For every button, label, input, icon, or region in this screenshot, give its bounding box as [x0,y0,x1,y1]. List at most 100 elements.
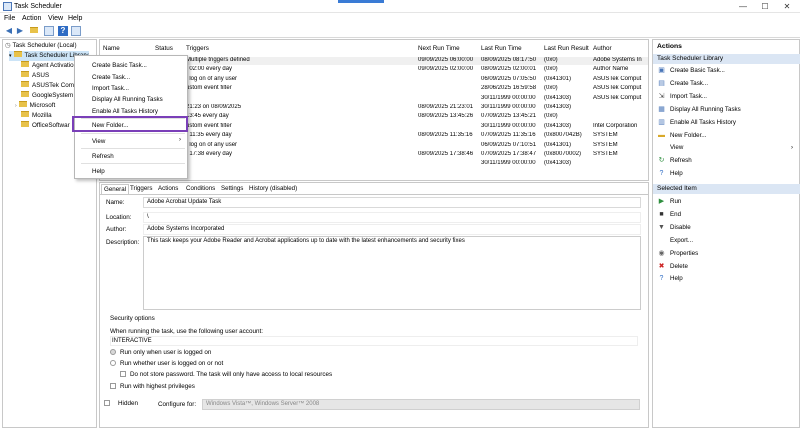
properties-icon[interactable] [44,26,54,36]
back-icon[interactable]: ◀ [4,26,14,36]
close-button[interactable]: ✕ [776,1,798,12]
col-header-last-result[interactable]: Last Run Result [544,45,589,52]
menu-item-import-task[interactable]: Import Task... [92,85,129,92]
tree-item-folder[interactable]: ASUSTek Comp [21,81,78,91]
menu-item-view[interactable]: View [92,138,105,145]
menu-item-enable-history[interactable]: Enable All Tasks History [92,108,158,115]
menu-action[interactable]: Action [22,15,41,22]
minimize-button[interactable]: — [732,1,754,12]
actions-section-selected[interactable]: Selected Item [653,184,800,194]
chevron-right-icon: › [15,103,17,109]
description-field[interactable]: This task keeps your Adobe Reader and Ac… [143,236,641,310]
radio-label: Run whether user is logged on or not [120,360,224,367]
name-field[interactable]: Adobe Acrobat Update Task [143,197,641,208]
task-scheduler-app-icon [3,2,12,11]
cell-next-run: 08/09/2025 11:35:16 [418,132,473,139]
action-item[interactable]: ◉ Properties [657,249,698,259]
action-item[interactable]: ? Help [657,169,683,179]
tree-item-folder[interactable]: › Microsoft [15,101,55,111]
col-header-author[interactable]: Author [593,45,612,52]
menu-item-create-task[interactable]: Create Task... [92,74,130,81]
menu-item-help[interactable]: Help [92,168,105,175]
checkbox-no-store-password[interactable]: Do not store password. The task will onl… [120,371,332,378]
chevron-right-icon: › [179,137,181,143]
tree-item-folder[interactable]: GoogleSystem [21,91,73,101]
radio-whether-logged-on[interactable]: Run whether user is logged on or not [110,360,223,367]
action-item[interactable]: ▬ New Folder... [657,131,706,141]
forward-icon[interactable]: ▶ [15,26,25,36]
checkbox-highest-privileges[interactable]: Run with highest privileges [110,383,195,390]
show-pane-icon[interactable] [71,26,81,36]
action-item[interactable]: ? Help [657,274,683,284]
tab-actions[interactable]: Actions [156,184,180,194]
tree-item-folder[interactable]: ASUS [21,71,49,81]
menu-item-create-basic-task[interactable]: Create Basic Task... [92,62,147,69]
action-item[interactable]: ✖ Delete [657,262,688,272]
location-field[interactable]: \ [143,212,641,223]
action-item[interactable]: ▶ Run [657,197,682,207]
checkbox-hidden[interactable]: Hidden [104,400,138,407]
menu-help[interactable]: Help [68,15,82,22]
disable-icon: ▼ [658,223,665,231]
detail-tabs: General Triggers Actions Conditions Sett… [100,184,648,194]
tree-item-folder[interactable]: Mozilla [21,111,52,121]
tree-root[interactable]: ◷ Task Scheduler (Local) [5,41,77,51]
action-item[interactable]: ▦ Display All Running Tasks [657,105,741,115]
help-icon: ? [659,275,664,283]
col-header-next-run[interactable]: Next Run Time [418,45,460,52]
cell-last-run: 08/09/2025 08:17:50 [481,57,537,63]
tab-settings[interactable]: Settings [219,184,245,194]
menu-item-display-running[interactable]: Display All Running Tasks [92,96,163,103]
action-item[interactable]: ▥ Enable All Tasks History [657,118,736,128]
cell-author: SYSTEM [593,151,618,157]
action-label: Create Task... [670,79,709,87]
col-header-triggers[interactable]: Triggers [186,45,209,52]
menu-file[interactable]: File [4,15,15,22]
folder-icon [18,101,27,108]
tree-item-folder[interactable]: Agent Activatio [21,61,74,71]
tab-triggers[interactable]: Triggers [128,184,154,194]
delete-icon: ✖ [658,262,665,270]
action-item[interactable]: › View [657,143,793,153]
help-icon[interactable]: ? [58,26,68,36]
properties-icon: ◉ [658,249,665,257]
action-item[interactable]: ▤ Create Task... [657,79,708,89]
running-tasks-icon: ▦ [658,105,665,113]
cell-last-result: (0x41303) [544,122,572,129]
configure-for-select[interactable]: Windows Vista™, Windows Server™ 2008 [202,399,640,410]
checkbox [120,371,126,378]
action-item[interactable]: ▣ Create Basic Task... [657,66,725,76]
cell-trigger: t 17:38 every day [186,151,233,157]
radio-logged-on[interactable]: Run only when user is logged on [110,349,211,356]
col-header-name[interactable]: Name [103,45,120,52]
action-item[interactable]: ■ End [657,210,681,220]
action-label: Delete [670,262,688,270]
col-header-last-run[interactable]: Last Run Time [481,45,522,52]
tree-item-folder[interactable]: OfficeSoftwar [21,121,70,131]
menu-item-refresh[interactable]: Refresh [92,153,114,160]
col-header-status[interactable]: Status [155,45,173,52]
folder-label: Mozilla [32,112,52,119]
tab-conditions[interactable]: Conditions [184,184,217,194]
menu-separator [81,163,185,164]
folder-icon[interactable] [30,26,40,36]
action-item[interactable]: ↻ Refresh [657,156,692,166]
history-icon: ▥ [658,118,665,126]
security-account-field[interactable]: INTERACTIVE [110,336,638,346]
cell-last-run: 06/09/2025 07:05:50 [481,75,537,82]
tab-history[interactable]: History (disabled) [247,184,299,194]
action-label: Run [670,198,682,205]
action-item[interactable]: ▼ Disable [657,223,691,233]
folder-icon [21,111,29,118]
cell-last-result: (0x41301) [544,75,572,82]
author-field[interactable]: Adobe Systems Incorporated [143,224,641,235]
refresh-icon: ↻ [658,157,665,165]
actions-section-library[interactable]: Task Scheduler Library [653,54,800,64]
menu-view[interactable]: View [48,15,63,22]
maximize-button[interactable]: ☐ [754,1,776,12]
action-item[interactable]: Export... [657,236,693,246]
tab-general[interactable]: General [101,184,130,194]
action-item[interactable]: ⇲ Import Task... [657,92,707,102]
tab-divider [100,194,648,195]
cell-last-run: 28/06/2025 16:59:58 [481,85,537,92]
